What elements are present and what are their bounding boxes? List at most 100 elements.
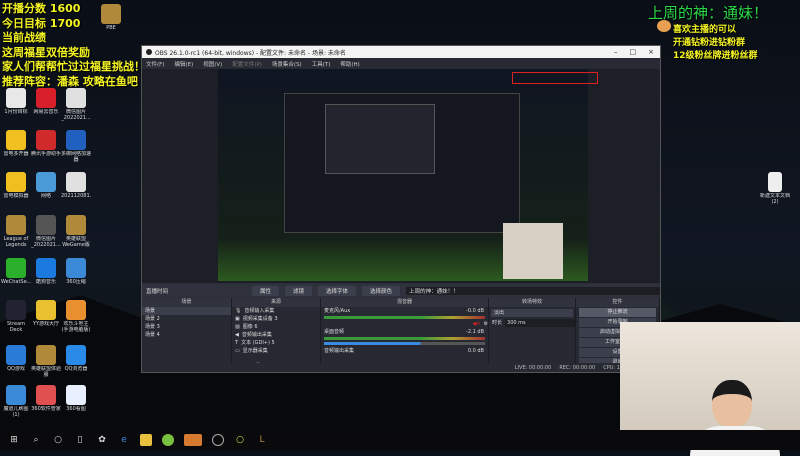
app-icon (66, 172, 86, 192)
desktop-icon-label: 多御网络加速器 (61, 151, 91, 163)
app-icon[interactable]: ✿ (96, 434, 108, 446)
obs-taskbar-icon[interactable] (212, 434, 224, 446)
desktop-icon-label: YY游戏大厅 (32, 321, 60, 327)
desktop-icon[interactable]: 网络 (31, 172, 61, 199)
cortana-icon[interactable]: ○ (52, 434, 64, 446)
minimize-button[interactable]: – (614, 48, 618, 56)
source-item[interactable]: ▨ 图像 6 (232, 323, 320, 331)
scene-item[interactable]: 场景 (142, 307, 231, 315)
volume-slider[interactable] (324, 342, 485, 345)
nested-obs-preview (284, 93, 520, 233)
source-toolbar: 直播时间 属性 滤镜 选择字体 选择颜色 上周的神：通妹！！ (142, 284, 660, 297)
sources-header: 来源 (232, 298, 320, 307)
overlay-line: 12级粉丝牌进粉丝群 (673, 51, 758, 61)
source-label: 文本 (GDI+) 5 (241, 340, 275, 346)
desktop-icon[interactable]: 360软件管家 (31, 385, 61, 412)
menu-scene-collection[interactable]: 场景集合(S) (272, 60, 302, 68)
app-icon (6, 385, 26, 405)
source-item[interactable]: 🎙 音频输入采集 (232, 307, 320, 315)
app-icon (66, 88, 86, 108)
app-icon (6, 88, 26, 108)
desktop-icon[interactable]: 酷狗音乐 (31, 258, 61, 285)
desktop-icon[interactable]: 360压缩 (61, 258, 91, 285)
desktop-icon-label: 360看图 (66, 406, 86, 412)
source-item[interactable]: ▭ 显示器采集 (232, 347, 320, 355)
gear-icon[interactable]: ⚙ (484, 320, 488, 328)
desktop-icon-label: 雷电多开器 (3, 151, 29, 157)
close-button[interactable]: × (648, 48, 654, 56)
desktop-icon[interactable]: QQ浏览器 (61, 345, 91, 372)
desktop-icon[interactable]: League of Legends (1, 215, 31, 248)
scenes-dock: 场景 场景 场景 2 场景 3 场景 4 +−∧∨ (142, 298, 232, 372)
desktop-icon[interactable]: YY游戏大厅 (31, 300, 61, 327)
desktop-icon[interactable]: 英雄联盟WeGame版 (61, 215, 91, 248)
desktop-icon[interactable]: Stream Deck (1, 300, 31, 333)
edge-browser-icon[interactable]: e (118, 434, 130, 446)
app-icon (66, 385, 86, 405)
overlay-line: 今日目标 1700 (2, 16, 81, 30)
maximize-button[interactable]: □ (630, 48, 637, 56)
scene-item[interactable]: 场景 3 (142, 323, 231, 331)
windows-start-icon[interactable]: ⊞ (8, 434, 20, 446)
muted-speaker-icon[interactable]: ◀× (472, 320, 480, 328)
preview-area[interactable] (142, 69, 660, 283)
app-taskbar-icon[interactable] (184, 434, 202, 446)
wechat-game-icon[interactable] (162, 434, 174, 446)
select-font-button[interactable]: 选择字体 (318, 285, 357, 296)
menu-edit[interactable]: 编辑(E) (174, 60, 193, 68)
select-color-button[interactable]: 选择颜色 (362, 285, 401, 296)
desktop-icon[interactable]: 多御网络加速器 (61, 130, 91, 163)
desktop-icon-label: QQ游戏 (7, 366, 25, 372)
menu-help[interactable]: 帮助(H) (340, 60, 359, 68)
desktop-icon[interactable]: 雷电模拟器 (1, 172, 31, 199)
desktop-icon[interactable]: 202112081... (61, 172, 91, 199)
mic-icon: 🎙 (235, 308, 242, 314)
preview-text-source-selection (512, 72, 598, 84)
desktop-icon-label: 魔道儿刷图(1) (3, 406, 29, 418)
filters-button[interactable]: 滤镜 (285, 285, 313, 296)
source-item[interactable]: T 文本 (GDI+) 5 (232, 339, 320, 347)
live-time: LIVE: 00:00:00 (514, 364, 552, 371)
text-source-input[interactable]: 上周的神：通妹！！ (406, 286, 660, 295)
desktop-icon-label: 欢乐斗地主(手游电脑版) (61, 321, 91, 333)
desktop-icon[interactable]: 1月份目标 (1, 88, 31, 115)
app-icon (36, 300, 56, 320)
file-explorer-icon[interactable] (140, 434, 152, 446)
desktop-icon-label: 微信图片_2022021... (61, 109, 91, 121)
app-icon (36, 258, 56, 278)
desktop-icon[interactable]: QQ游戏 (1, 345, 31, 372)
desktop-icon[interactable]: 网易云音乐 (31, 88, 61, 115)
desktop-icon[interactable]: 微信图片_2022021... (31, 215, 61, 248)
desktop-icon[interactable]: WeChatSe... (1, 258, 31, 285)
menu-file[interactable]: 文件(F) (146, 60, 164, 68)
desktop-icon[interactable]: 微信图片_2022021... (61, 88, 91, 121)
scene-item[interactable]: 场景 4 (142, 331, 231, 339)
desktop-icon[interactable]: 英雄联盟体验服 (31, 345, 61, 378)
desktop-icon[interactable]: 魔道儿刷图(1) (1, 385, 31, 418)
properties-button[interactable]: 属性 (252, 285, 280, 296)
desktop-icon[interactable]: 欢乐斗地主(手游电脑版) (61, 300, 91, 333)
app-icon (6, 172, 26, 192)
menu-view[interactable]: 视图(V) (203, 60, 222, 68)
desktop-icon-label: Stream Deck (6, 321, 26, 333)
channel-db: -0.0 dB (466, 308, 484, 314)
task-view-icon[interactable]: ▯ (74, 434, 86, 446)
desktop-icon-text-file[interactable]: 新建文本文档 (2) (760, 172, 790, 205)
source-item[interactable]: ◀ 音频输出采集 (232, 331, 320, 339)
desktop-icon[interactable]: 360看图 (61, 385, 91, 412)
desktop-icon[interactable]: 腾讯手游助手 (31, 130, 61, 157)
transition-select[interactable]: 淡出 (491, 309, 573, 317)
source-item[interactable]: ▣ 视频采集设备 3 (232, 315, 320, 323)
desktop-icon[interactable]: 雷电多开器 (1, 130, 31, 157)
app-icon[interactable]: ○ (234, 434, 246, 446)
channel-name: 音频输出采集 (324, 348, 355, 354)
duration-input[interactable]: 300 ms (505, 319, 575, 327)
stop-streaming-button[interactable]: 停止推流 (579, 308, 656, 317)
league-icon[interactable]: L (256, 434, 268, 446)
menu-profile[interactable]: 配置文件(P) (232, 60, 262, 68)
menu-tools[interactable]: 工具(T) (312, 60, 331, 68)
scene-item[interactable]: 场景 2 (142, 315, 231, 323)
duration-label: 时长 (492, 320, 503, 326)
search-icon[interactable]: ⌕ (30, 434, 42, 446)
desktop-icon-label: 微信图片_2022021... (31, 236, 61, 248)
